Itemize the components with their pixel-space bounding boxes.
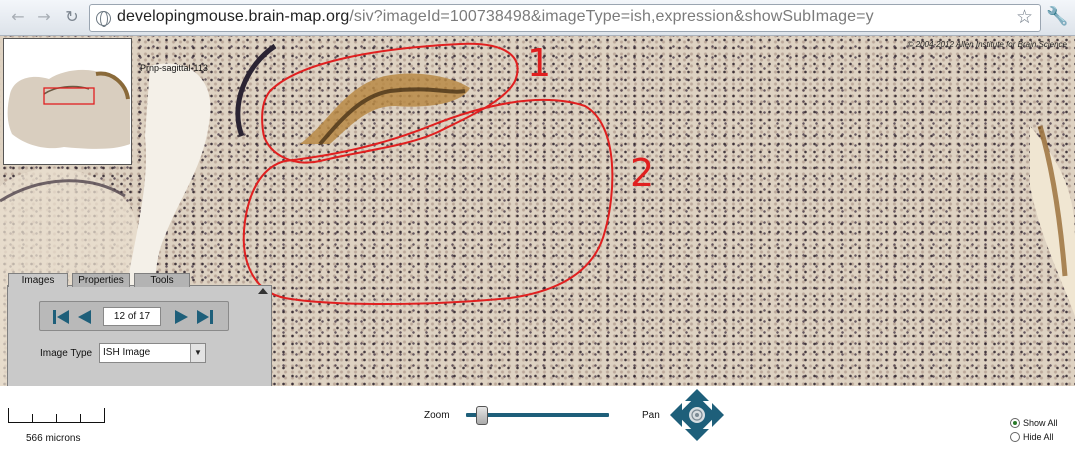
- thumbnail-section-image: [7, 69, 131, 149]
- back-arrow-icon[interactable]: ←: [8, 8, 28, 26]
- url-text[interactable]: developingmouse.brain-map.org/siv?imageI…: [117, 8, 874, 26]
- copyright-text: © 2004-2012 Allen Institute for Brain Sc…: [907, 40, 1067, 49]
- show-all-label: Show All: [1023, 418, 1058, 428]
- show-all-radio[interactable]: [1010, 418, 1020, 428]
- image-type-value: ISH Image: [103, 347, 151, 358]
- wrench-icon[interactable]: 🔧: [1046, 6, 1068, 27]
- tab-images[interactable]: Images: [8, 273, 68, 287]
- zoom-label: Zoom: [424, 410, 450, 421]
- scale-label: 566 microns: [26, 433, 81, 444]
- tab-tools[interactable]: Tools: [134, 273, 190, 287]
- reload-icon[interactable]: ↻: [62, 8, 82, 26]
- address-bar[interactable]: developingmouse.brain-map.org/siv?imageI…: [89, 4, 1041, 32]
- image-type-label: Image Type: [40, 348, 93, 359]
- hide-all-label: Hide All: [1023, 432, 1054, 442]
- collapse-panel-icon[interactable]: [258, 288, 268, 294]
- annotation-label-1: 1: [527, 41, 551, 85]
- control-panel: Images Properties Tools 12 of 17 Image T…: [7, 273, 272, 386]
- image-navigation: 12 of 17: [39, 301, 229, 331]
- globe-icon: [96, 11, 111, 27]
- annotation-outline-2: [242, 98, 614, 305]
- hide-all-radio[interactable]: [1010, 432, 1020, 442]
- viewer-toolbar: 566 microns Zoom Pan Show All Hide All: [0, 386, 1075, 456]
- next-image-icon[interactable]: [173, 308, 191, 326]
- hide-all-option[interactable]: Hide All: [1010, 432, 1054, 442]
- pan-label: Pan: [642, 410, 660, 421]
- thumbnail-navigator[interactable]: [3, 38, 132, 165]
- url-path: /siv?imageId=100738498&imageType=ish,exp…: [349, 8, 874, 25]
- show-all-option[interactable]: Show All: [1010, 418, 1058, 428]
- browser-toolbar: ← → ↻ developingmouse.brain-map.org/siv?…: [0, 0, 1075, 36]
- last-image-icon[interactable]: [196, 308, 214, 326]
- page-counter[interactable]: 12 of 17: [103, 307, 161, 326]
- image-viewer[interactable]: 1 2 © 2004-2012 Allen Institute for Brai…: [0, 36, 1075, 386]
- tab-properties[interactable]: Properties: [72, 273, 130, 287]
- zoom-slider-handle[interactable]: [476, 406, 489, 425]
- bookmark-star-icon[interactable]: ☆: [1016, 6, 1033, 28]
- image-type-select[interactable]: ISH Image ▼: [99, 343, 206, 363]
- first-image-icon[interactable]: [52, 308, 70, 326]
- url-host: developingmouse.brain-map.org: [117, 8, 350, 25]
- scale-bar: [8, 405, 105, 423]
- pan-control[interactable]: [669, 388, 725, 442]
- previous-image-icon[interactable]: [75, 308, 93, 326]
- chevron-down-icon[interactable]: ▼: [190, 344, 205, 362]
- thumbnail-label: Prnp-sagittal-113: [140, 63, 208, 73]
- forward-arrow-icon[interactable]: →: [34, 8, 54, 26]
- annotation-label-2: 2: [630, 151, 654, 195]
